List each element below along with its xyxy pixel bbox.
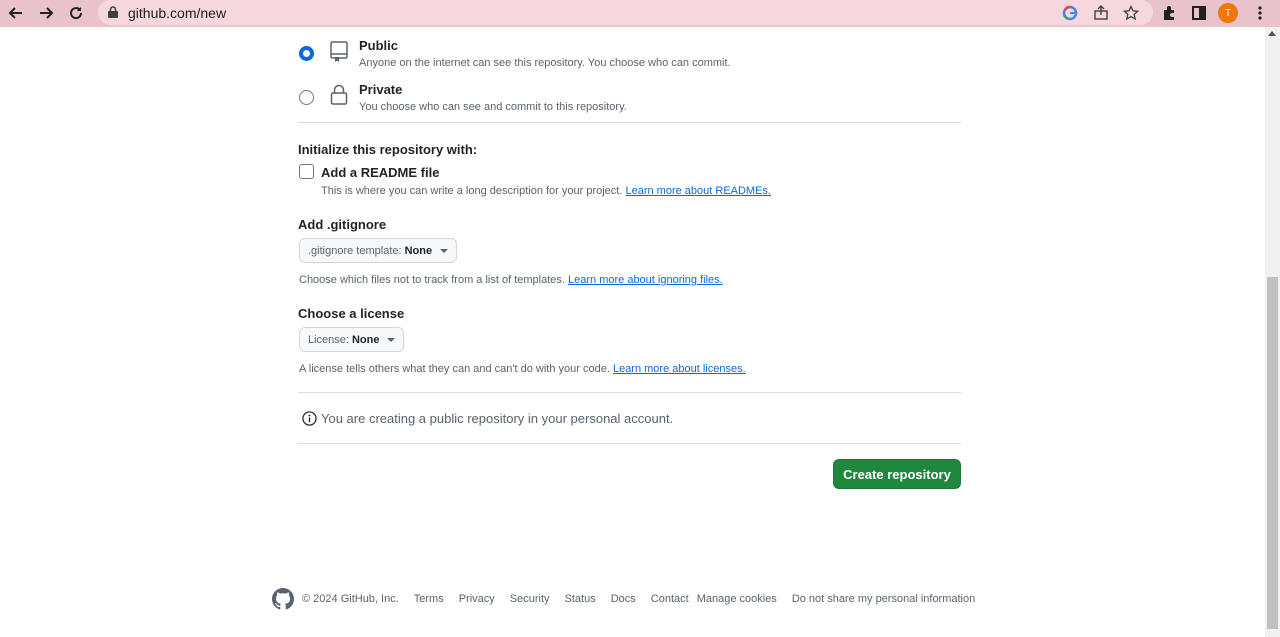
- back-button[interactable]: [5, 2, 27, 24]
- bookmark-star-icon[interactable]: [1121, 3, 1141, 23]
- footer-link-do-not-share[interactable]: Do not share my personal information: [792, 593, 975, 605]
- notice-text: You are creating a public repository in …: [321, 411, 674, 426]
- arrow-left-icon: [8, 7, 22, 19]
- public-description: Anyone on the internet can see this repo…: [359, 57, 731, 69]
- arrow-right-icon: [40, 7, 54, 19]
- license-select-value: None: [351, 333, 380, 346]
- google-g-icon: [1062, 5, 1078, 21]
- readme-note: This is where you can write a long descr…: [321, 185, 771, 197]
- footer-link-contact[interactable]: Contact: [651, 593, 689, 605]
- url-text: github.com/new: [128, 5, 227, 21]
- license-learn-more-link[interactable]: Learn more about licenses.: [613, 363, 746, 375]
- gitignore-note-text: Choose which files not to track from a l…: [299, 274, 565, 286]
- info-icon: [302, 411, 317, 426]
- divider: [298, 122, 961, 123]
- reload-icon: [70, 7, 83, 20]
- divider: [298, 392, 961, 393]
- readme-note-text: This is where you can write a long descr…: [321, 185, 623, 197]
- readme-checkbox[interactable]: [299, 164, 314, 179]
- chevron-down-icon: [387, 337, 396, 342]
- google-icon[interactable]: [1060, 3, 1080, 23]
- license-select[interactable]: License: None: [299, 327, 405, 352]
- gitignore-select-prefix: .gitignore template:: [308, 244, 402, 257]
- scroll-thumb[interactable]: [1267, 277, 1278, 629]
- lock-icon: [108, 6, 118, 18]
- footer-copyright: © 2024 GitHub, Inc.: [302, 593, 399, 605]
- page-scrollbar[interactable]: [1265, 27, 1280, 637]
- create-repository-button[interactable]: Create repository: [833, 459, 961, 489]
- visibility-public-option[interactable]: Public Anyone on the internet can see th…: [298, 37, 961, 77]
- license-heading: Choose a license: [298, 306, 405, 321]
- footer-link-manage-cookies[interactable]: Manage cookies: [697, 593, 777, 605]
- license-select-prefix: License:: [308, 333, 349, 346]
- footer-link-docs[interactable]: Docs: [611, 593, 636, 605]
- readme-label[interactable]: Add a README file: [321, 165, 439, 180]
- public-title: Public: [359, 38, 399, 53]
- address-bar[interactable]: github.com/new: [98, 0, 1153, 25]
- forward-button[interactable]: [35, 2, 57, 24]
- extensions-icon[interactable]: [1159, 3, 1179, 23]
- gitignore-select-value: None: [404, 244, 433, 257]
- github-logo-icon[interactable]: [272, 588, 294, 610]
- kebab-menu-icon[interactable]: [1250, 3, 1270, 23]
- footer-link-privacy[interactable]: Privacy: [459, 593, 495, 605]
- chevron-down-icon: [440, 248, 449, 253]
- reload-button[interactable]: [65, 2, 87, 24]
- gitignore-learn-more-link[interactable]: Learn more about ignoring files.: [568, 274, 723, 286]
- private-title: Private: [359, 82, 403, 97]
- private-description: You choose who can see and commit to thi…: [359, 101, 627, 113]
- footer-link-status[interactable]: Status: [565, 593, 596, 605]
- public-radio[interactable]: [299, 46, 314, 61]
- repo-icon: [330, 41, 348, 62]
- profile-avatar[interactable]: T: [1218, 3, 1238, 23]
- gitignore-template-select[interactable]: .gitignore template: None: [299, 238, 458, 263]
- lock-icon: [330, 84, 348, 105]
- footer-link-security[interactable]: Security: [510, 593, 550, 605]
- side-panel-icon[interactable]: [1189, 3, 1209, 23]
- initialize-heading: Initialize this repository with:: [298, 142, 478, 157]
- gitignore-note: Choose which files not to track from a l…: [299, 274, 723, 286]
- public-repo-notice: You are creating a public repository in …: [302, 411, 673, 426]
- gitignore-heading: Add .gitignore: [298, 217, 387, 232]
- readme-learn-more-link[interactable]: Learn more about READMEs.: [625, 185, 771, 197]
- divider: [298, 443, 961, 444]
- browser-toolbar: github.com/new T: [0, 0, 1280, 27]
- visibility-private-option[interactable]: Private You choose who can see and commi…: [298, 81, 961, 121]
- site-footer: © 2024 GitHub, Inc. Terms Privacy Securi…: [272, 587, 990, 611]
- scroll-up-icon[interactable]: [1268, 31, 1276, 36]
- footer-link-terms[interactable]: Terms: [414, 593, 444, 605]
- share-icon[interactable]: [1091, 3, 1111, 23]
- license-note-text: A license tells others what they can and…: [299, 363, 610, 375]
- license-note: A license tells others what they can and…: [299, 363, 746, 375]
- private-radio[interactable]: [299, 90, 314, 105]
